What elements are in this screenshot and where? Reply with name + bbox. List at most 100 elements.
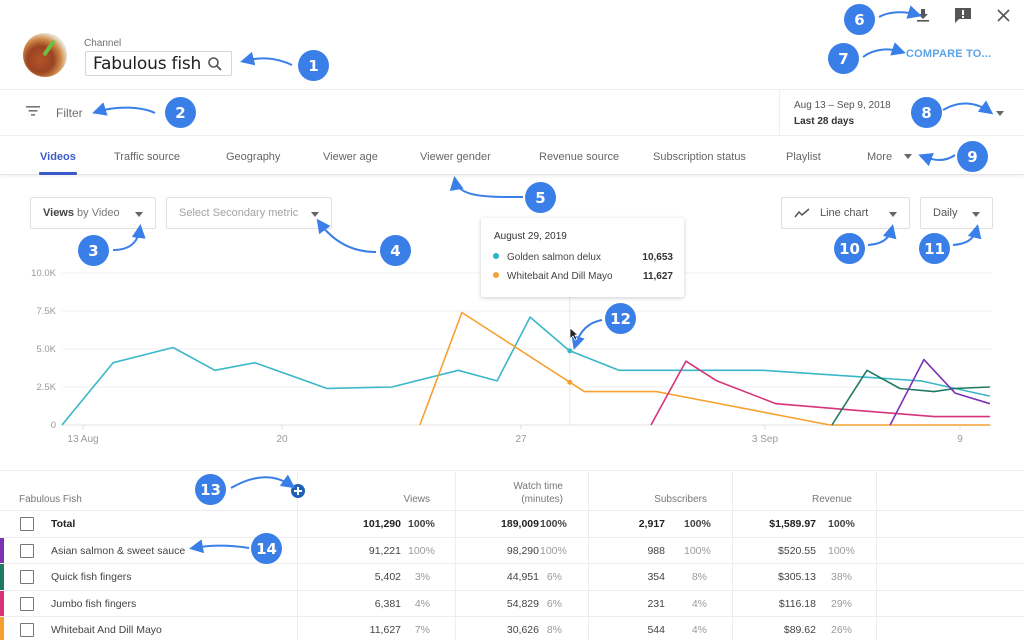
- tab-more[interactable]: More: [867, 151, 892, 163]
- tab-playlist[interactable]: Playlist: [786, 151, 821, 163]
- table-row[interactable]: Quick fish fingers 5,402 3% 44,951 6% 354 8% $3…: [0, 563, 1024, 590]
- callout-arrow: [240, 51, 293, 66]
- tab-revenue-source[interactable]: Revenue source: [539, 151, 619, 163]
- add-column-icon[interactable]: [291, 484, 305, 498]
- y-tick-label: 10.0K: [31, 268, 56, 279]
- callout-badge: 11: [919, 233, 950, 264]
- table-row[interactable]: Asian salmon & sweet sauce 91,221 100% 98,2…: [0, 536, 1024, 564]
- row-name[interactable]: Quick fish fingers: [51, 571, 132, 583]
- close-icon[interactable]: [994, 6, 1012, 24]
- filter-button[interactable]: Filter: [56, 106, 83, 120]
- cell-watch-pct: 6%: [546, 597, 562, 610]
- row-checkbox[interactable]: [20, 543, 34, 558]
- cell-watch-pct: 100%: [540, 544, 567, 557]
- callout-badge: 7: [828, 43, 859, 74]
- secondary-metric-placeholder: Select Secondary metric: [179, 207, 299, 219]
- more-dropdown-icon[interactable]: [904, 154, 912, 159]
- watch-time-header-line1: Watch time: [513, 481, 563, 492]
- chart-type-label: Line chart: [820, 207, 869, 219]
- series-line: [419, 311, 990, 426]
- tab-videos[interactable]: Videos: [40, 151, 76, 163]
- callout-badge: 13: [195, 474, 226, 505]
- cell-views-pct: 4%: [414, 597, 430, 610]
- table-row[interactable]: Whitebait And Dill Mayo 11,627 7% 30,626 8% 5…: [0, 616, 1024, 640]
- callout-badge: 14: [251, 533, 282, 564]
- video-metrics-table: Fabulous Fish Views Watch time (minutes)…: [0, 470, 1024, 640]
- callout-arrow: [878, 5, 922, 19]
- granularity-label: Daily: [933, 207, 958, 219]
- granularity-select[interactable]: Daily: [920, 197, 993, 229]
- cell-subs-pct: 4%: [691, 624, 707, 636]
- cell-subs-pct: 4%: [691, 597, 707, 610]
- y-tick-label: 0: [51, 420, 56, 431]
- tab-geography[interactable]: Geography: [226, 151, 280, 163]
- views-column-header[interactable]: Views: [380, 493, 431, 506]
- compare-to-button[interactable]: COMPARE TO...: [906, 48, 991, 60]
- cell-subs: 988: [647, 544, 665, 557]
- channel-name: Fabulous fish: [93, 53, 202, 74]
- row-checkbox[interactable]: [20, 623, 34, 637]
- cell-subs: 231: [647, 597, 665, 610]
- group-column-header: Fabulous Fish: [19, 494, 82, 505]
- hover-point: [567, 379, 573, 385]
- feedback-icon[interactable]: [954, 6, 972, 24]
- hover-point: [567, 348, 573, 354]
- row-name[interactable]: Jumbo fish fingers: [51, 598, 136, 610]
- filter-icon[interactable]: [25, 105, 41, 117]
- series-color-dot: [493, 253, 499, 259]
- cell-watch: 98,290: [506, 544, 539, 557]
- cell-watch-pct: 6%: [546, 571, 562, 583]
- cell-watch: 54,829: [506, 597, 539, 610]
- search-icon[interactable]: [207, 56, 223, 72]
- line-chart-icon: [794, 208, 810, 218]
- tooltip-series-name: Whitebait And Dill Mayo: [507, 271, 613, 282]
- row-name[interactable]: Asian salmon & sweet sauce: [51, 545, 185, 557]
- watch-time-column-header[interactable]: Watch time (minutes): [480, 480, 563, 506]
- secondary-metric-select[interactable]: Select Secondary metric: [166, 197, 332, 229]
- row-checkbox[interactable]: [20, 570, 34, 584]
- chevron-down-icon: [972, 212, 980, 217]
- callout-badge: 6: [844, 4, 875, 35]
- revenue-column-header[interactable]: Revenue: [770, 493, 852, 506]
- date-range-picker[interactable]: [779, 89, 1024, 136]
- cell-watch-pct: 8%: [546, 624, 562, 636]
- x-tick-label: 13 Aug: [67, 434, 98, 445]
- tab-viewer-age[interactable]: Viewer age: [323, 151, 378, 163]
- download-icon[interactable]: [914, 6, 932, 24]
- watch-time-header-line2: (minutes): [521, 494, 563, 505]
- tooltip-series-value: 10,653: [642, 252, 673, 263]
- series-color-bar: [0, 617, 4, 640]
- callout-badge: 10: [834, 233, 865, 264]
- window-actions: [914, 6, 1012, 24]
- cell-revenue-pct: 29%: [830, 597, 852, 610]
- chart-type-select[interactable]: Line chart: [781, 197, 910, 229]
- row-checkbox[interactable]: [20, 596, 34, 611]
- callout-badge: 2: [165, 97, 196, 128]
- cell-views-pct: 7%: [414, 624, 430, 636]
- subscribers-column-header[interactable]: Subscribers: [620, 493, 707, 506]
- tab-viewer-gender[interactable]: Viewer gender: [420, 151, 491, 163]
- x-tick-label: 20: [276, 434, 288, 445]
- primary-metric-suffix: by Video: [74, 207, 120, 219]
- cell-views-pct: 3%: [414, 571, 430, 583]
- y-tick-label: 2.5K: [36, 382, 56, 393]
- tooltip-date: August 29, 2019: [494, 231, 567, 242]
- tab-traffic-source[interactable]: Traffic source: [114, 151, 180, 163]
- cell-revenue-pct: 100%: [828, 544, 855, 557]
- x-tick-label: 27: [515, 434, 527, 445]
- total-row[interactable]: Total 101,290 100% 189,009 100% 2,917 100% $1,5…: [0, 510, 1024, 536]
- primary-metric-select[interactable]: Views by Video: [30, 197, 156, 229]
- tab-subscription-status[interactable]: Subscription status: [653, 151, 746, 163]
- date-dropdown-icon[interactable]: [996, 111, 1004, 116]
- cell-views-pct: 100%: [408, 518, 435, 530]
- cell-views-pct: 100%: [408, 544, 435, 557]
- row-name[interactable]: Whitebait And Dill Mayo: [51, 624, 162, 636]
- callout-badge: 9: [957, 141, 988, 172]
- row-checkbox[interactable]: [20, 517, 34, 531]
- row-name: Total: [51, 518, 76, 530]
- tooltip-series-name: Golden salmon delux: [507, 252, 601, 263]
- cell-subs-pct: 100%: [684, 518, 711, 530]
- table-row[interactable]: Jumbo fish fingers 6,381 4% 54,829 6% 231 4% $1…: [0, 589, 1024, 617]
- channel-search-input[interactable]: Fabulous fish: [85, 51, 232, 76]
- cell-revenue: $305.13: [778, 571, 816, 583]
